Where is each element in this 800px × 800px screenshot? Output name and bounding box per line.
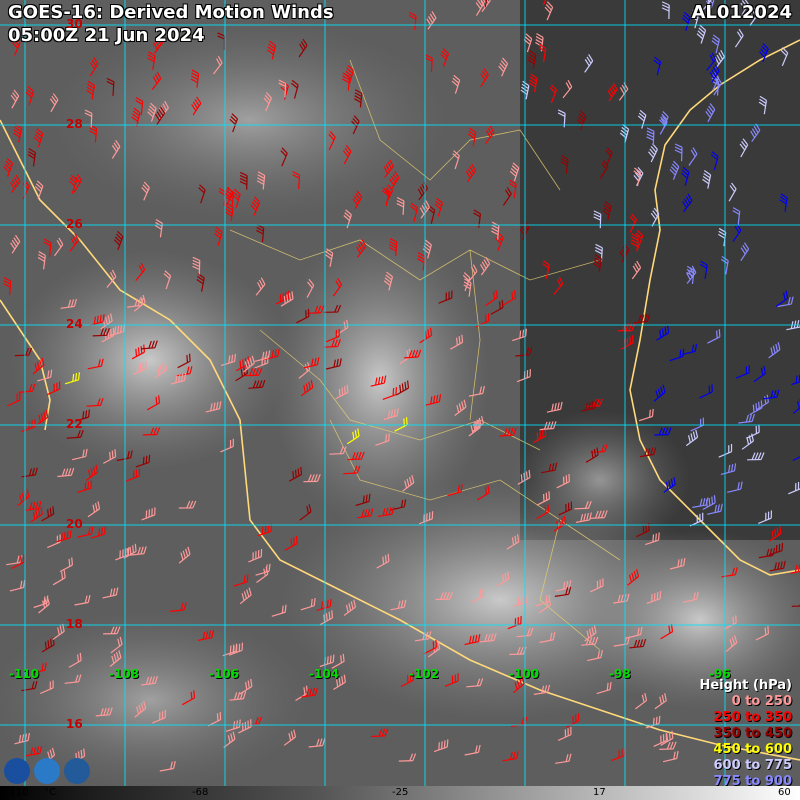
barb-shaft	[371, 735, 386, 738]
barb-shaft	[66, 436, 81, 439]
legend-title: Height (hPa)	[699, 678, 792, 693]
longitude-label: -110	[9, 667, 40, 681]
barb-shaft	[590, 516, 605, 519]
barb-shaft	[92, 334, 107, 337]
latitude-label: 30	[66, 17, 83, 31]
barb-shaft	[323, 345, 338, 348]
longitude-label: -108	[109, 667, 140, 681]
latitude-label: 22	[66, 417, 83, 431]
storm-id: AL012024	[691, 2, 792, 23]
nesdis-logo-icon	[34, 758, 60, 784]
page-title: GOES-16: Derived Motion Winds	[8, 2, 334, 23]
legend-item: 0 to 250	[731, 694, 792, 709]
satellite-wind-map: GOES-16: Derived Motion Winds 05:00Z 21 …	[0, 0, 800, 800]
barb-shaft	[86, 404, 101, 407]
longitude-label: -104	[309, 667, 340, 681]
latitude-label: 18	[66, 617, 83, 631]
barb-shaft	[14, 354, 29, 357]
legend-item: 450 to 600	[713, 742, 792, 757]
agency-logos	[4, 758, 90, 784]
noaa-logo-icon	[4, 758, 30, 784]
barb-shaft	[430, 58, 433, 73]
timestamp: 05:00Z 21 Jun 2024	[8, 25, 205, 46]
colorbar-label: -110	[6, 787, 29, 798]
longitude-label: -100	[509, 667, 540, 681]
latitude-label: 26	[66, 217, 83, 231]
cloud-mass	[50, 20, 450, 220]
colorbar-label: 17	[593, 787, 606, 798]
latitude-label: 16	[66, 717, 83, 731]
latitude-label: 20	[66, 517, 83, 531]
legend-item: 250 to 350	[713, 710, 792, 725]
latitude-label: 24	[66, 317, 83, 331]
barb-shaft	[574, 507, 589, 510]
latitude-label: 28	[66, 117, 83, 131]
colorbar-label: -25	[392, 787, 409, 798]
colorbar-label: -68	[192, 787, 209, 798]
height-legend: Height (hPa) 0 to 250 250 to 350 350 to 45…	[699, 678, 792, 800]
longitude-label: -106	[209, 667, 240, 681]
barb-shaft	[652, 131, 655, 146]
barb-shaft	[329, 452, 344, 455]
colorbar-label: °C	[44, 787, 56, 798]
cira-logo-icon	[64, 758, 90, 784]
cloud-mass	[510, 410, 690, 550]
colorbar-label: 60	[778, 787, 791, 798]
barb-shaft	[347, 458, 362, 461]
barb-shaft	[343, 472, 358, 475]
legend-items: 0 to 250 250 to 350 350 to 450 450 to 600 60…	[699, 694, 792, 800]
legend-item: 350 to 450	[713, 726, 792, 741]
legend-item: 600 to 775	[713, 758, 792, 773]
longitude-label: -102	[409, 667, 440, 681]
longitude-label: -98	[609, 667, 631, 681]
